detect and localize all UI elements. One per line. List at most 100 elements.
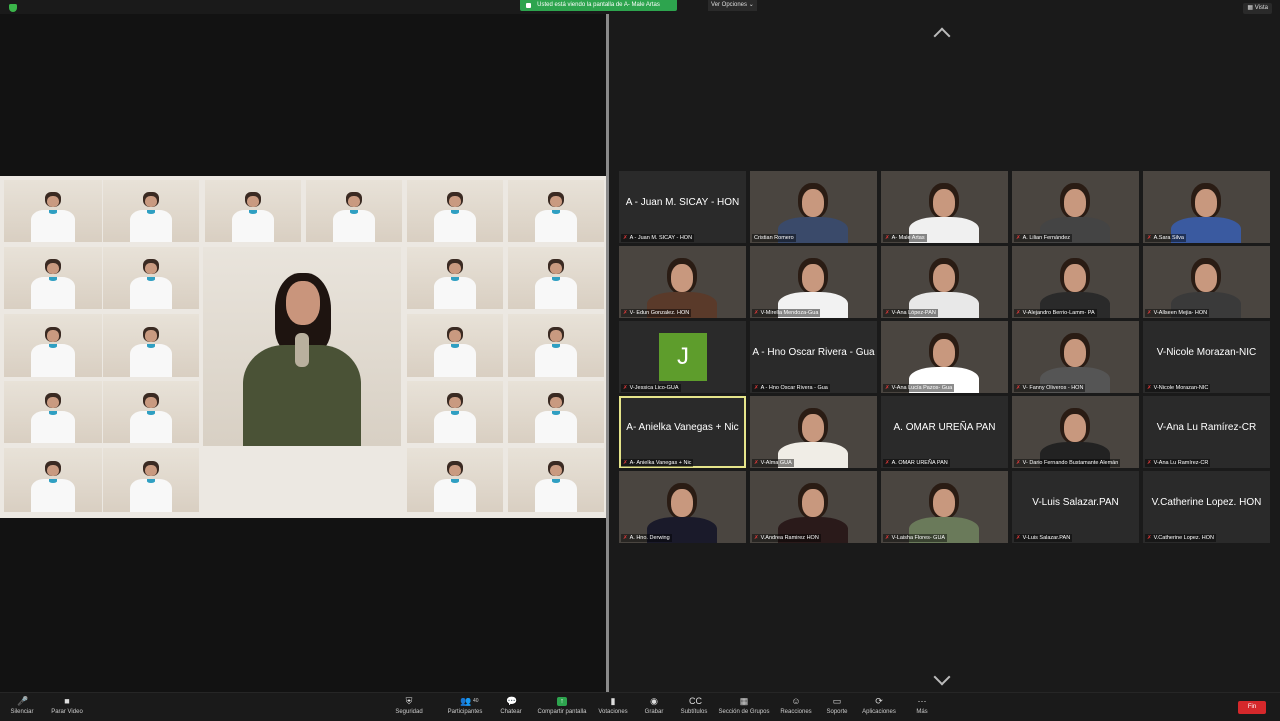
participant-display-name: A - Juan M. SICAY - HON [625, 197, 740, 208]
participant-tile[interactable]: ✗ V-Laisha Flores- GUA [881, 471, 1008, 543]
collage-cell [4, 314, 102, 377]
participant-tile[interactable]: A - Hno Oscar Rivera - Gua ✗ A - Hno Oscar… [750, 321, 877, 393]
muted-mic-icon: ✗ [885, 535, 890, 541]
participant-count-badge: 40 [473, 698, 479, 704]
collage-body [129, 276, 173, 309]
participant-name-label: ✗ V-Allseen Mejia- HON [1145, 309, 1210, 317]
security-button[interactable]: ⛨ Seguridad [379, 695, 439, 716]
collage-face [145, 464, 157, 477]
participant-name-text: V-Allseen Mejia- HON [1153, 310, 1208, 316]
microphone-icon [295, 333, 309, 367]
participant-tile[interactable]: ✗ A. Lilian Fernández [1012, 171, 1139, 243]
participant-display-name: V.Catherine Lopez. HON [1151, 497, 1262, 508]
participant-tile[interactable]: ✗ V-Ana Lucía Pazos- Gua [881, 321, 1008, 393]
participant-tile[interactable]: ✗ V.Andrea Ramirez HON [750, 471, 877, 543]
security-label: Seguridad [395, 709, 423, 715]
video-p-face [1064, 414, 1086, 442]
meeting-toolbar: Fin 🎤 Silenciar ■ Parar Video ⛨ Seguridad 👥 40 P… [0, 692, 1280, 721]
participant-tile[interactable]: ✗ V-Allseen Mejia- HON [1143, 246, 1270, 318]
collage-body [534, 478, 578, 512]
chat-label: Chatear [500, 709, 522, 715]
participant-tile[interactable]: A. OMAR UREÑA PAN ✗ A. OMAR UREÑA PAN [881, 396, 1008, 468]
more-button[interactable]: ⋯ Más [892, 695, 952, 716]
participant-name-label: ✗ A - Juan M. SICAY - HON [621, 234, 695, 242]
stop-video-button[interactable]: ■ Parar Video [37, 695, 97, 716]
participant-tile[interactable]: V-Luis Salazar.PAN ✗ V-Luis Salazar.PAN [1012, 471, 1139, 543]
participant-name-label: Cristian Romero [752, 234, 796, 242]
participant-tile[interactable]: Cristian Romero [750, 171, 877, 243]
end-meeting-button[interactable]: Fin [1238, 701, 1266, 714]
participant-tile[interactable]: ✗ A.Sara Silva [1143, 171, 1270, 243]
participants-icon: 👥 [460, 696, 472, 706]
participant-tile[interactable]: ✗ V- Fanny Oliveros - HON [1012, 321, 1139, 393]
participant-name-label: ✗ V-Mirella Mendoza-Gua [752, 309, 821, 317]
collage-face [47, 330, 59, 342]
participant-name-label: ✗ V- Fanny Oliveros - HON [1014, 384, 1086, 392]
collage-face [449, 464, 461, 477]
participant-tile[interactable]: A- Anielka Vanegas + Nic ✗ A- Anielka Vane… [619, 396, 746, 468]
muted-mic-icon: ✗ [1147, 310, 1152, 316]
participant-tile[interactable]: ✗ V-Alejandro Berrio-Lamm- PA [1012, 246, 1139, 318]
participant-name-label: ✗ A.Sara Silva [1145, 234, 1186, 242]
collage-cell [407, 448, 503, 512]
collage-body [534, 410, 578, 443]
muted-mic-icon: ✗ [623, 235, 628, 241]
collage-body [31, 209, 75, 242]
participant-tile[interactable]: J ✗ V-Jessica Lico-GUA [619, 321, 746, 393]
collage-face [550, 397, 562, 409]
collage-cell [407, 381, 503, 443]
muted-mic-icon: ✗ [623, 460, 628, 466]
participant-name-label: ✗ A- Anielka Vanegas + Nic [621, 459, 694, 467]
support-label: Soporte [826, 709, 848, 715]
collage-cell [4, 448, 102, 512]
security-shield-icon[interactable] [9, 4, 17, 12]
collage-body [129, 410, 173, 443]
participant-name-text: V-Ana López-PAN [891, 310, 936, 316]
participant-tile[interactable]: ✗ V- Dario Fernando Bustamante Alemán [1012, 396, 1139, 468]
participant-name-text: Cristian Romero [754, 235, 794, 241]
participant-name-label: ✗ V.Catherine Lopez. HON [1145, 534, 1216, 542]
muted-mic-icon: ✗ [754, 535, 759, 541]
participant-video [750, 171, 877, 243]
participant-video [1012, 396, 1139, 468]
participant-tile[interactable]: ✗ V-Ana López-PAN [881, 246, 1008, 318]
participant-display-name: A- Anielka Vanegas + Nic [626, 422, 739, 433]
participant-tile[interactable]: ✗ V-Mirella Mendoza-Gua [750, 246, 877, 318]
apps-icon: ⟳ [875, 696, 883, 706]
participant-name-text: V- Fanny Oliveros - HON [1022, 385, 1084, 391]
video-p-face [802, 264, 824, 292]
collage-body [433, 209, 477, 242]
participant-tile[interactable]: A - Juan M. SICAY - HON ✗ A - Juan M. SICA… [619, 171, 746, 243]
participant-tile[interactable]: ✗ A- Male Artas [881, 171, 1008, 243]
more-label: Más [916, 709, 928, 715]
muted-mic-icon: ✗ [885, 385, 890, 391]
participant-tile[interactable]: V-Nicole Morazan-NIC ✗ V-Nicole Morazan-NI… [1143, 321, 1270, 393]
collage-face [145, 196, 157, 208]
participant-tile[interactable]: ✗ V-Alma GUA [750, 396, 877, 468]
collage-face [550, 330, 562, 342]
video-p-face [1064, 339, 1086, 367]
collage-cell [407, 180, 503, 242]
collage-cell [103, 381, 199, 443]
participant-display-name: A. OMAR UREÑA PAN [893, 422, 996, 433]
participant-tile[interactable]: V-Ana Lu Ramírez-CR ✗ V-Ana Lu Ramírez-CR [1143, 396, 1270, 468]
participant-tile[interactable]: ✗ V- Edun Gonzalez. HON [619, 246, 746, 318]
participant-name-label: ✗ V-Luis Salazar.PAN [1014, 534, 1073, 542]
breakout-rooms-button[interactable]: ▦ Sección de Grupos [714, 695, 774, 716]
view-options-button[interactable]: Ver Opciones ⌄ [708, 0, 757, 11]
participant-video [1012, 246, 1139, 318]
reactions-icon: ☺ [791, 696, 801, 706]
participant-name-label: ✗ V-Ana Lu Ramírez-CR [1145, 459, 1211, 467]
record-label: Grabar [644, 709, 664, 715]
muted-mic-icon: ✗ [1016, 535, 1021, 541]
collage-face [449, 196, 461, 208]
collage-body [534, 209, 578, 242]
muted-mic-icon: ✗ [623, 385, 628, 391]
collage-face [348, 196, 360, 208]
video-p-face [1195, 189, 1217, 217]
share-screen-icon: ↑ [557, 697, 567, 706]
participant-tile[interactable]: V.Catherine Lopez. HON ✗ V.Catherine Lopez… [1143, 471, 1270, 543]
stop-video-label: Parar Video [51, 709, 83, 715]
view-button[interactable]: ▦ Vista [1243, 3, 1272, 14]
participant-tile[interactable]: ✗ A. Hno. Derwing [619, 471, 746, 543]
